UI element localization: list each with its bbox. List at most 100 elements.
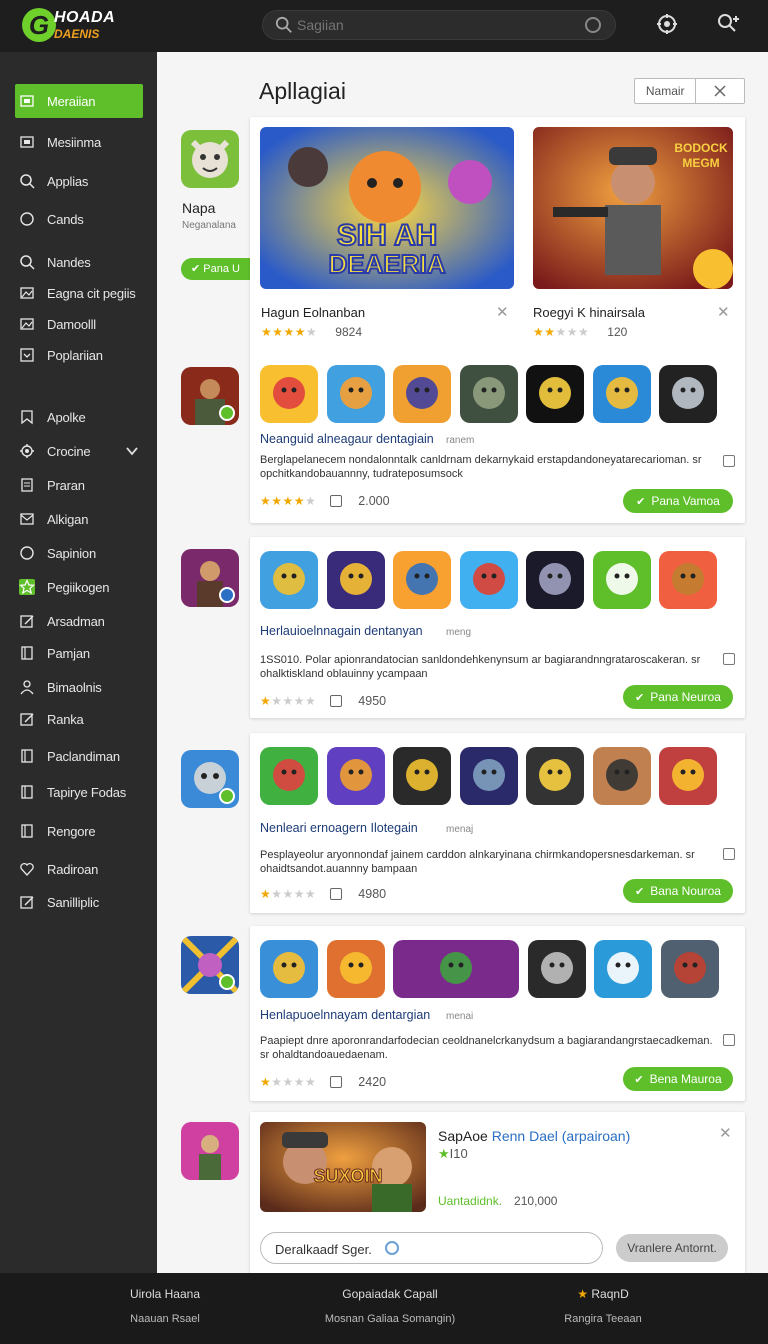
featured-image-1[interactable]: SIH AH DEAERIA <box>260 127 514 289</box>
app-icon[interactable] <box>592 747 651 805</box>
sidebar-item-paclandiman[interactable]: Paclandiman <box>15 739 143 773</box>
featured-title-1[interactable]: Hagun Eolnanban <box>261 305 365 320</box>
sidebar-item-apolke[interactable]: Apolke <box>15 400 143 434</box>
sidebar-item-label: Radiroan <box>47 861 99 877</box>
install-button[interactable]: ✔ Bena Mauroa <box>623 1067 733 1091</box>
install-button[interactable]: ✔ Pana Vamoa <box>623 489 733 513</box>
close-button[interactable] <box>696 79 744 103</box>
voice-icon[interactable] <box>585 17 601 33</box>
sidebar-item-damoolll[interactable]: Damoolll <box>15 307 143 341</box>
app-icon[interactable] <box>594 940 652 998</box>
app-icon[interactable] <box>393 551 451 609</box>
search-bar[interactable] <box>262 10 616 40</box>
app-icon[interactable] <box>326 551 385 609</box>
dismiss-icon[interactable]: ✕ <box>719 1124 732 1142</box>
sidebar-item-meraiian[interactable]: Meraiian <box>15 84 143 118</box>
promo-title[interactable]: SapAoe Renn Dael (arpairoan) <box>438 1128 630 1144</box>
app-icon[interactable] <box>459 551 518 609</box>
mail-icon <box>20 513 34 525</box>
install-button[interactable]: ✔ Pana Neuroa <box>623 685 733 709</box>
sidebar-item-eagna-cit-pegiis[interactable]: Eagna cit pegiis <box>15 276 143 310</box>
search-input[interactable] <box>297 15 537 35</box>
footer-item[interactable]: ★ RaqnD Rangira Teeaan <box>548 1287 658 1325</box>
app-icon[interactable] <box>526 365 584 423</box>
app-icon[interactable] <box>326 940 385 998</box>
app-icon[interactable] <box>326 747 385 805</box>
app-icon[interactable] <box>393 747 451 805</box>
icon-row <box>260 365 726 423</box>
app-icon[interactable] <box>592 551 651 609</box>
featured-title-2[interactable]: Roegyi K hinairsala <box>533 305 645 320</box>
left-app-thumb[interactable] <box>181 130 239 188</box>
left-get-button[interactable]: ✔ Pana U <box>181 258 257 280</box>
select-checkbox[interactable] <box>723 455 735 467</box>
left-app-thumb[interactable] <box>181 1122 239 1180</box>
footer-item[interactable]: Uirola Haana Naauan Rsael <box>110 1287 220 1325</box>
list-title[interactable]: Neanguid alneagaur dentagiain <box>260 432 434 446</box>
select-checkbox[interactable] <box>723 1034 735 1046</box>
app-icon[interactable] <box>260 940 318 998</box>
left-app-thumb[interactable] <box>181 549 239 607</box>
app-icon[interactable] <box>660 940 719 998</box>
select-checkbox[interactable] <box>723 848 735 860</box>
app-icon[interactable] <box>526 551 584 609</box>
page-title: Apllagiai <box>259 78 346 104</box>
rating-count: 4950 <box>358 694 387 708</box>
select-checkbox[interactable] <box>723 653 735 665</box>
sidebar-item-praran[interactable]: Praran <box>15 468 143 502</box>
app-icon[interactable] <box>527 940 586 998</box>
install-button[interactable]: ✔ Bana Nouroa <box>623 879 733 903</box>
install-label: Pana Vamoa <box>651 494 720 508</box>
chevron-down-icon[interactable] <box>125 444 139 458</box>
app-icon[interactable] <box>592 365 651 423</box>
left-app-thumb[interactable] <box>181 936 239 994</box>
app-icon[interactable] <box>326 365 385 423</box>
promo-action-button[interactable]: Vranlere Antornt. <box>616 1234 728 1262</box>
sidebar-item-radiroan[interactable]: Radiroan <box>15 852 143 886</box>
sidebar-item-bimaolnis[interactable]: Bimaolnis <box>15 670 143 704</box>
promo-meta: Uantadidnk. 210,000 <box>438 1194 557 1208</box>
app-icon[interactable] <box>260 551 318 609</box>
list-title[interactable]: Henlapuoelnnayam dentargian <box>260 1008 430 1022</box>
app-logo[interactable]: G HOADA DAENIS <box>22 6 118 44</box>
settings-icon[interactable] <box>655 12 679 36</box>
app-icon[interactable] <box>393 365 451 423</box>
sidebar-item-rengore[interactable]: Rengore <box>15 814 143 848</box>
sidebar-item-sapinion[interactable]: Sapinion <box>15 536 143 570</box>
list-title[interactable]: Nenleari ernoagern Ilotegain <box>260 821 418 835</box>
sidebar-item-pegiikogen[interactable]: Pegiikogen <box>15 570 143 604</box>
left-app-thumb[interactable] <box>181 750 239 808</box>
app-icon[interactable] <box>459 747 518 805</box>
sidebar-item-poplariian[interactable]: Poplariian <box>15 338 143 372</box>
sidebar-item-crocine[interactable]: Crocine <box>15 434 143 468</box>
dismiss-icon[interactable]: ✕ <box>496 303 509 321</box>
app-icon[interactable] <box>526 747 584 805</box>
promo-image[interactable]: SUXOIN <box>260 1122 426 1212</box>
sidebar-item-applias[interactable]: Applias <box>15 164 143 198</box>
sort-button[interactable]: Namair <box>635 79 697 103</box>
app-icon[interactable] <box>659 365 717 423</box>
search-filter-icon[interactable] <box>716 12 740 36</box>
promo-input[interactable]: Deralkaadf Sger. <box>260 1232 603 1264</box>
left-app-thumb[interactable] <box>181 367 239 425</box>
radio-icon[interactable] <box>385 1241 399 1255</box>
featured-image-2[interactable]: BODOCK MEGM <box>533 127 733 289</box>
sidebar-item-cands[interactable]: Cands <box>15 202 143 236</box>
app-icon[interactable] <box>659 747 717 805</box>
app-icon[interactable] <box>659 551 717 609</box>
sidebar-item-pamjan[interactable]: Pamjan <box>15 636 143 670</box>
app-icon[interactable] <box>260 747 318 805</box>
sidebar-item-nandes[interactable]: Nandes <box>15 245 143 279</box>
app-icon[interactable] <box>459 365 518 423</box>
sidebar-item-mesiinma[interactable]: Mesiinma <box>15 125 143 159</box>
app-icon[interactable] <box>260 365 318 423</box>
app-icon[interactable] <box>393 940 519 998</box>
sidebar-item-ranka[interactable]: Ranka <box>15 702 143 736</box>
sidebar-item-sanilliplic[interactable]: Sanilliplic <box>15 885 143 919</box>
footer-item[interactable]: Gopaiadak Capall Mosnan Galiaa Somangin) <box>300 1287 480 1325</box>
sidebar-item-alkigan[interactable]: Alkigan <box>15 502 143 536</box>
dismiss-icon[interactable]: ✕ <box>717 303 730 321</box>
sidebar-item-arsadman[interactable]: Arsadman <box>15 604 143 638</box>
sidebar-item-tapirye-fodas[interactable]: Tapirye Fodas <box>15 775 143 809</box>
list-title[interactable]: Herlauioelnnagain dentanyan <box>260 624 423 638</box>
